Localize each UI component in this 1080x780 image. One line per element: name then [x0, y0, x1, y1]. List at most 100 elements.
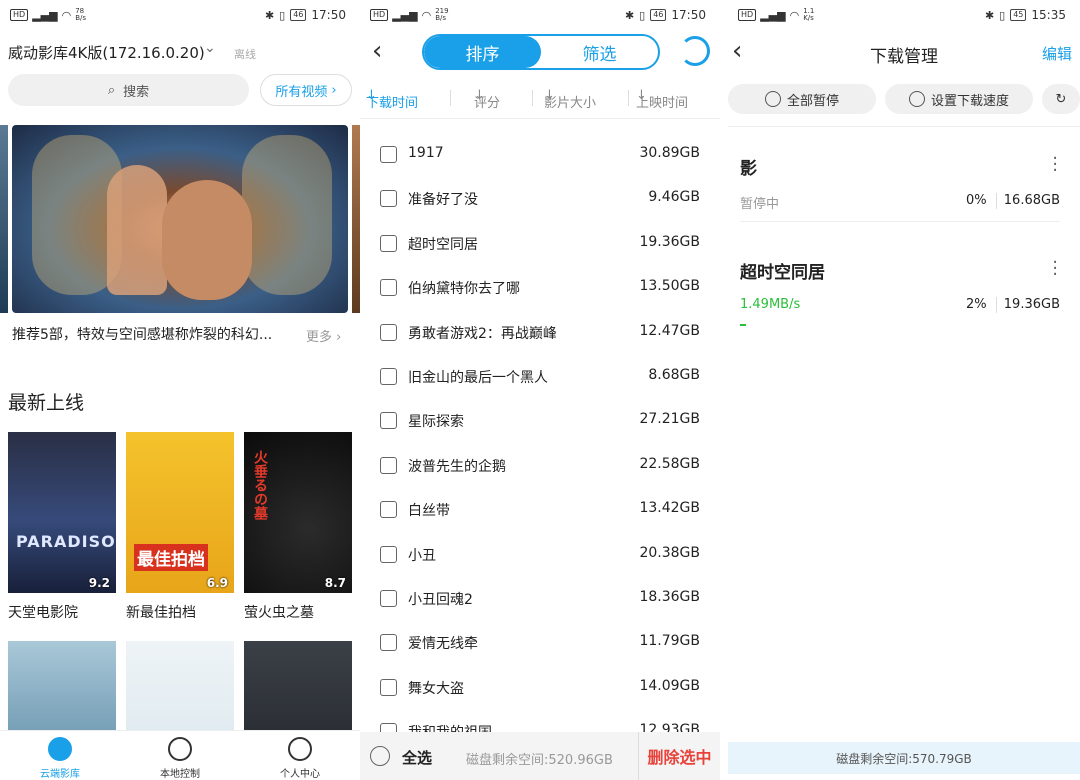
sort-rating[interactable]: 评分 ↓	[474, 88, 500, 111]
movie-name: 旧金山的最后一个黑人	[408, 370, 548, 386]
list-item[interactable]: 波普先生的企鹅 22.58GB	[360, 443, 720, 487]
movie-size: 14.09GB	[639, 677, 700, 694]
signal-icon: ▂▄▆	[760, 8, 786, 22]
edit-button[interactable]: 编辑	[1042, 43, 1072, 64]
more-link[interactable]: 更多 ›	[306, 326, 341, 345]
more-label: 更多	[306, 330, 333, 345]
rating-badge: 6.9	[206, 576, 228, 590]
row-checkbox[interactable]	[380, 678, 397, 696]
row-checkbox[interactable]	[380, 590, 397, 607]
status-bar: HD ▂▄▆ ◠ 1.1 K/s ✱ ▯ 45 15:35	[728, 0, 1080, 30]
nav-cloud-library[interactable]: 云端影库	[20, 737, 100, 780]
pause-all-label: 全部暂停	[786, 93, 839, 109]
search-label: 搜索	[123, 84, 150, 100]
sort-file-size[interactable]: 影片大小 ↓	[544, 88, 596, 111]
download-panel: HD ▂▄▆ ◠ 1.1 K/s ✱ ▯ 45 15:35 ‹ 下载管理 编辑 全…	[728, 0, 1080, 780]
set-speed-button[interactable]: 设置下载速度	[885, 84, 1033, 114]
search-bar[interactable]: ⌕ 搜索	[8, 74, 249, 106]
battery-icon: 45	[1010, 9, 1027, 21]
speed-gauge-icon	[908, 91, 925, 107]
row-checkbox[interactable]	[380, 323, 397, 341]
movie-name: 伯纳黛特你去了哪	[408, 281, 520, 298]
battery-icon: 46	[650, 9, 667, 21]
sort-columns: 下载时间 ↓ 评分 ↓ 影片大小 ↓ 上映时间 ↓	[360, 84, 720, 111]
movie-size: 20.38GB	[639, 544, 700, 561]
row-checkbox[interactable]	[380, 501, 397, 519]
list-item[interactable]: 伯纳黛特你去了哪 13.50GB	[360, 265, 720, 309]
delete-selected-button[interactable]: 删除选中	[638, 732, 720, 780]
vibrate-icon: ▯	[999, 8, 1006, 22]
row-checkbox[interactable]	[380, 146, 397, 163]
download-size: 16.68GB	[1003, 193, 1060, 208]
list-item[interactable]: 1917 30.89GB	[360, 132, 720, 176]
movie-title[interactable]: 天堂电影院	[8, 602, 78, 622]
nav-profile[interactable]: 个人中心	[260, 737, 340, 780]
list-item[interactable]: 旧金山的最后一个黑人 8.68GB	[360, 354, 720, 398]
library-title[interactable]: 威动影库4K版(172.16.0.20)	[8, 42, 205, 63]
sort-download-time[interactable]: 下载时间 ↓	[366, 88, 418, 111]
offline-label: 离线	[234, 48, 256, 61]
movie-name: 小丑回魂2	[408, 592, 473, 608]
row-checkbox[interactable]	[380, 368, 397, 385]
download-status: 暂停中	[740, 197, 780, 212]
row-checkbox[interactable]	[380, 545, 397, 563]
row-checkbox[interactable]	[380, 634, 397, 652]
set-speed-label: 设置下载速度	[930, 93, 1009, 109]
status-bar: HD ▂▄▆ ◠ 78 B/s ✱ ▯ 46 17:50	[0, 0, 360, 30]
row-checkbox[interactable]	[380, 234, 397, 252]
sort-release-date[interactable]: 上映时间 ↓	[636, 88, 688, 111]
featured-banner[interactable]	[12, 125, 348, 313]
pause-all-button[interactable]: 全部暂停	[728, 84, 876, 114]
nav-local-control[interactable]: 本地控制	[140, 737, 220, 780]
select-all-radio[interactable]	[370, 746, 390, 766]
poster-text: 最佳拍档	[134, 544, 208, 571]
banner-caption[interactable]: 推荐5部，特效与空间感堪称炸裂的科幻...	[12, 324, 292, 344]
row-checkbox[interactable]	[380, 279, 397, 297]
download-title: 超时空同居	[740, 263, 825, 283]
movie-poster[interactable]: PARADISO 9.2	[8, 432, 116, 593]
list-item[interactable]: 白丝带 13.42GB	[360, 487, 720, 531]
tab-sort[interactable]: 排序	[424, 36, 541, 68]
rating-badge: 8.7	[324, 576, 346, 590]
list-item[interactable]: 舞女大盗 14.09GB	[360, 665, 720, 709]
more-vert-icon[interactable]: · · ·	[1052, 254, 1058, 284]
list-item[interactable]: 准备好了没 9.46GB	[360, 176, 720, 220]
more-vert-icon[interactable]: · · ·	[1052, 150, 1058, 180]
list-item[interactable]: 小丑 20.38GB	[360, 532, 720, 576]
select-all-label[interactable]: 全选	[402, 747, 432, 768]
download-progress	[740, 324, 747, 326]
rating-badge: 9.2	[88, 576, 110, 590]
battery-icon: 46	[290, 9, 307, 21]
chevron-down-icon[interactable]: ⌄	[204, 40, 216, 56]
list-item[interactable]: 星际探索 27.21GB	[360, 398, 720, 442]
movie-size: 19.36GB	[639, 233, 700, 250]
movie-poster[interactable]: 最佳拍档 6.9	[126, 432, 234, 593]
row-checkbox[interactable]	[380, 190, 397, 208]
row-checkbox[interactable]	[380, 456, 397, 474]
list-item[interactable]: 勇敢者游戏2：再战巅峰 12.47GB	[360, 310, 720, 354]
refresh-icon[interactable]	[680, 36, 710, 66]
row-checkbox[interactable]	[380, 412, 397, 430]
hd-icon: HD	[738, 9, 757, 21]
tab-filter[interactable]: 筛选	[541, 36, 658, 68]
banner-next-peek[interactable]	[352, 125, 360, 313]
search-icon: ⌕	[107, 82, 116, 98]
banner-prev-peek[interactable]	[0, 125, 8, 313]
all-videos-button[interactable]: 所有视频 ›	[260, 74, 352, 106]
list-item[interactable]: 超时空同居 19.36GB	[360, 221, 720, 265]
list-item[interactable]: 小丑回魂2 18.36GB	[360, 576, 720, 620]
movie-size: 12.47GB	[639, 322, 700, 339]
download-title: 影	[740, 159, 757, 179]
status-bar: HD ▂▄▆ ◠ 219 B/s ✱ ▯ 46 17:50	[360, 0, 720, 30]
refresh-icon: ↻	[1055, 91, 1067, 107]
back-icon[interactable]: ‹	[372, 36, 382, 66]
refresh-button[interactable]: ↻	[1042, 84, 1080, 114]
signal-icon: ▂▄▆	[392, 8, 418, 22]
list-item[interactable]: 爱情无线牵 11.79GB	[360, 620, 720, 664]
movie-poster[interactable]: 火垂るの墓 8.7	[244, 432, 352, 593]
movie-title[interactable]: 新最佳拍档	[126, 602, 196, 622]
bottom-action-bar: 全选 磁盘剩余空间:520.96GB 删除选中	[360, 732, 720, 780]
movie-title[interactable]: 萤火虫之墓	[244, 602, 314, 622]
nav-label: 云端影库	[40, 769, 80, 780]
movie-name: 1917	[408, 145, 444, 161]
